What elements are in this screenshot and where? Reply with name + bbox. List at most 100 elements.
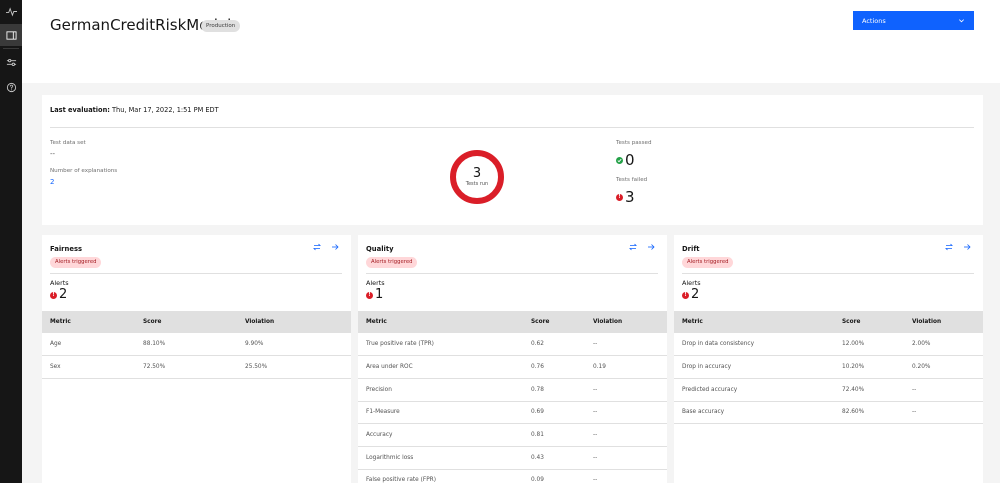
table-row: Drop in accuracy 10.20% 0.20% [674,355,983,379]
table-header-row: Metric Score Violation [42,311,351,333]
column-header: Metric [358,311,523,333]
alerts-count: 1 [375,287,384,302]
metric-cell: F1-Measure [358,401,523,425]
panel-icon[interactable] [0,24,22,46]
divider [366,273,658,274]
help-icon[interactable] [0,76,22,98]
metric-cell: Accuracy [358,423,523,447]
table-row: Predicted accuracy 72.40% -- [674,378,983,402]
table-row: Drop in data consistency 12.00% 2.00% [674,333,983,357]
column-header: Score [135,311,237,333]
violation-cell: -- [585,401,667,425]
column-header: Metric [42,311,135,333]
fairness-card: Fairness Alerts triggered Alerts ! 2 Met… [42,235,351,483]
violation-cell: 0.20% [904,355,983,379]
last-evaluation-label: Last evaluation: [50,106,110,114]
table-row: Sex 72.50% 25.50% [42,355,351,379]
score-cell: 0.62 [523,333,585,357]
quality-card: Quality Alerts triggered Alerts ! 1 Metr… [358,235,667,483]
explanations-label: Number of explanations [50,168,118,174]
alerts-label: Alerts [682,279,701,287]
metric-cell: Area under ROC [358,355,523,379]
table-row: Age 88.10% 9.90% [42,333,351,357]
table-row: Logarithmic loss 0.43 -- [358,446,667,470]
arrow-right-icon[interactable] [646,242,656,252]
metric-cell: True positive rate (TPR) [358,333,523,357]
divider [682,273,974,274]
score-cell: 82.60% [834,401,904,425]
violation-cell: -- [585,423,667,447]
column-header: Violation [904,311,983,333]
actions-button[interactable]: Actions [853,11,974,30]
violation-cell: -- [904,378,983,402]
alerts-triggered-tag: Alerts triggered [366,257,418,268]
alerts-label: Alerts [50,279,69,287]
actions-label: Actions [862,16,886,25]
score-cell: 88.10% [135,333,237,357]
tests-failed-value: 3 [625,188,635,206]
metric-cell: Sex [42,355,135,379]
score-cell: 0.43 [523,446,585,470]
alerts-label: Alerts [366,279,385,287]
page-header: GermanCreditRiskModel Production Actions [22,0,1000,83]
score-cell: 0.76 [523,355,585,379]
checkmark-icon [616,157,623,164]
last-evaluation: Last evaluation: Thu, Mar 17, 2022, 1:51… [50,106,219,114]
metric-cell: Age [42,333,135,357]
configure-icon[interactable] [312,242,322,252]
score-cell: 0.78 [523,378,585,402]
violation-cell: -- [585,446,667,470]
arrow-right-icon[interactable] [330,242,340,252]
tests-run-value: 3 [472,166,482,181]
configure-icon[interactable] [628,242,638,252]
card-title: Drift [682,245,700,253]
violation-cell: -- [585,378,667,402]
card-title: Quality [366,245,394,253]
score-cell: 12.00% [834,333,904,357]
tests-run-donut: 3 Tests run [450,150,504,204]
error-icon: ! [616,194,623,201]
table-row: Base accuracy 82.60% -- [674,401,983,425]
alerts-triggered-tag: Alerts triggered [682,257,734,268]
error-icon: ! [50,292,57,299]
column-header: Score [834,311,904,333]
column-header: Score [523,311,585,333]
configure-icon[interactable] [944,242,954,252]
activity-icon[interactable] [0,0,22,22]
column-header: Violation [585,311,667,333]
metric-cell: Drop in data consistency [674,333,834,357]
divider [50,273,342,274]
last-evaluation-value: Thu, Mar 17, 2022, 1:51 PM EDT [112,106,219,114]
score-cell: 10.20% [834,355,904,379]
drift-card: Drift Alerts triggered Alerts ! 2 Metric… [674,235,983,483]
table-header-row: Metric Score Violation [358,311,667,333]
table-row: False positive rate (FPR) 0.09 -- [358,469,667,483]
tests-passed-label: Tests passed [616,140,652,146]
column-header: Violation [237,311,351,333]
error-icon: ! [366,292,373,299]
score-cell: 0.09 [523,469,585,483]
violation-cell: -- [585,333,667,357]
column-header: Metric [674,311,834,333]
violation-cell: 0.19 [585,355,667,379]
error-icon: ! [682,292,689,299]
violation-cell: -- [585,469,667,483]
metrics-table: Metric Score Violation Drop in data cons… [674,311,983,425]
chevron-down-icon [959,19,964,23]
metric-cell: Base accuracy [674,401,834,425]
metric-cell: Precision [358,378,523,402]
test-data-set-value: -- [50,150,56,158]
metrics-table: Metric Score Violation Age 88.10% 9.90% … [42,311,351,379]
table-row: F1-Measure 0.69 -- [358,401,667,425]
sliders-icon[interactable] [0,51,22,73]
metric-cell: Drop in accuracy [674,355,834,379]
test-data-set-label: Test data set [50,140,86,146]
table-header-row: Metric Score Violation [674,311,983,333]
table-row: Precision 0.78 -- [358,378,667,402]
metric-cell: Predicted accuracy [674,378,834,402]
score-cell: 0.81 [523,423,585,447]
explanations-link[interactable]: 2 [50,178,54,186]
table-row: True positive rate (TPR) 0.62 -- [358,333,667,357]
arrow-right-icon[interactable] [962,242,972,252]
alerts-count: 2 [691,287,700,302]
